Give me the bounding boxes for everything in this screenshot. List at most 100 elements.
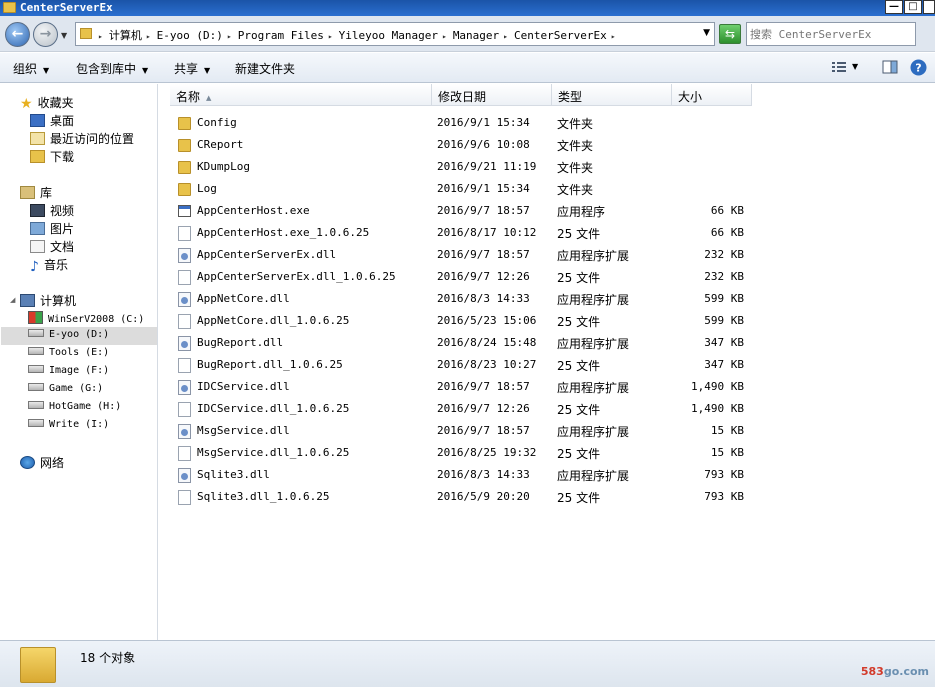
breadcrumb-separator-icon[interactable]: ▸ <box>611 32 616 41</box>
nav-drive-label: Tools (E:) <box>49 347 110 358</box>
file-row[interactable]: AppNetCore.dll 2016/8/3 14:33 应用程序扩展 599 KB <box>160 288 935 310</box>
nav-item-music[interactable]: ♪ 音乐 <box>30 256 68 275</box>
file-row[interactable]: KDumpLog 2016/9/21 11:19 文件夹 <box>160 156 935 178</box>
music-icon: ♪ <box>30 259 39 275</box>
file-type: 25 文件 <box>557 491 601 505</box>
nav-item-desktop[interactable]: 桌面 <box>30 112 74 129</box>
file-row[interactable]: MsgService.dll 2016/9/7 18:57 应用程序扩展 15 KB <box>160 420 935 442</box>
column-header-name[interactable]: 名称 ▲ <box>170 84 432 106</box>
file-row[interactable]: IDCService.dll_1.0.6.25 2016/9/7 12:26 25 … <box>160 398 935 420</box>
column-header-type[interactable]: 类型 <box>552 84 672 106</box>
breadcrumb-separator-icon[interactable]: ▸ <box>227 32 232 41</box>
breadcrumb-item[interactable]: E-yoo (D:) <box>157 29 223 42</box>
file-row[interactable]: Config 2016/9/1 15:34 文件夹 <box>160 112 935 134</box>
chevron-down-icon: ▼ <box>142 66 149 75</box>
breadcrumb-item[interactable]: 计算机 <box>109 29 142 42</box>
nav-item-label: 桌面 <box>50 114 75 128</box>
address-bar[interactable]: ▸ 计算机 ▸ E-yoo (D:) ▸ Program Files ▸ Yileyoo Ma… <box>75 22 715 46</box>
nav-item-recent[interactable]: 最近访问的位置 <box>30 130 134 147</box>
nav-libraries[interactable]: 库 <box>20 184 52 201</box>
chevron-down-icon[interactable]: ▼ <box>703 28 710 38</box>
file-row[interactable]: AppCenterServerEx.dll 2016/9/7 18:57 应用程序扩… <box>160 244 935 266</box>
close-button[interactable] <box>923 0 935 14</box>
drive-icon <box>28 401 44 409</box>
breadcrumb-item[interactable]: CenterServerEx <box>514 29 607 42</box>
file-modified: 2016/9/7 18:57 <box>437 248 530 261</box>
search-input[interactable] <box>750 24 914 44</box>
back-button[interactable]: ← <box>5 22 30 47</box>
file-size: 66 KB <box>710 226 744 239</box>
preview-pane-icon[interactable] <box>882 60 898 74</box>
nav-drive-i[interactable]: Write (I:) <box>28 419 109 430</box>
file-name: CReport <box>197 138 244 151</box>
breadcrumb-item[interactable]: Yileyoo Manager <box>339 29 438 42</box>
breadcrumb-separator-icon[interactable]: ▸ <box>98 32 103 41</box>
file-size: 15 KB <box>710 446 744 459</box>
share-label: 共享 <box>174 62 199 76</box>
chevron-down-icon[interactable]: ▼ <box>852 62 858 71</box>
share-menu[interactable]: 共享 ▼ <box>174 60 210 77</box>
nav-favorites[interactable]: ★ 收藏夹 <box>20 94 74 112</box>
forward-button[interactable]: → <box>33 22 58 47</box>
nav-item-documents[interactable]: 文档 <box>30 238 74 255</box>
file-row[interactable]: BugReport.dll 2016/8/24 15:48 应用程序扩展 347 KB <box>160 332 935 354</box>
nav-drive-d[interactable]: E-yoo (D:) <box>28 329 109 340</box>
sort-ascending-icon: ▲ <box>206 94 212 102</box>
drive-icon <box>28 383 44 391</box>
refresh-icon: ⇆ <box>724 27 736 41</box>
search-box[interactable] <box>746 22 916 46</box>
nav-drive-label: Game (G:) <box>49 383 104 394</box>
column-header-modified[interactable]: 修改日期 <box>432 84 552 106</box>
refresh-button[interactable]: ⇆ <box>719 24 741 44</box>
file-row[interactable]: AppCenterServerEx.dll_1.0.6.25 2016/9/7 1… <box>160 266 935 288</box>
nav-drive-f[interactable]: Image (F:) <box>28 365 109 376</box>
file-row[interactable]: Log 2016/9/1 15:34 文件夹 <box>160 178 935 200</box>
file-name: BugReport.dll <box>197 336 284 349</box>
video-icon <box>30 204 45 217</box>
recent-pages-dropdown[interactable]: ▼ <box>61 31 67 40</box>
file-name: AppCenterServerEx.dll_1.0.6.25 <box>197 270 396 283</box>
nav-computer[interactable]: 计算机 <box>20 292 76 309</box>
nav-drive-e[interactable]: Tools (E:) <box>28 347 109 358</box>
file-row[interactable]: AppNetCore.dll_1.0.6.25 2016/5/23 15:06 25… <box>160 310 935 332</box>
nav-item-videos[interactable]: 视频 <box>30 202 74 219</box>
nav-item-pictures[interactable]: 图片 <box>30 220 74 237</box>
breadcrumb-item[interactable]: Program Files <box>238 29 324 42</box>
nav-item-label: 音乐 <box>43 258 68 272</box>
title-bar: CenterServerEx — □ <box>0 0 935 16</box>
breadcrumb-separator-icon[interactable]: ▸ <box>442 32 447 41</box>
file-row[interactable]: MsgService.dll_1.0.6.25 2016/8/25 19:32 25… <box>160 442 935 464</box>
file-modified: 2016/5/23 15:06 <box>437 314 537 327</box>
nav-drive-c[interactable]: WinSerV2008 (C:) <box>28 311 144 325</box>
breadcrumb-item[interactable]: Manager <box>453 29 499 42</box>
nav-network[interactable]: 网络 <box>20 454 64 471</box>
view-options-icon[interactable] <box>831 60 847 74</box>
network-icon <box>20 456 35 469</box>
breadcrumb-separator-icon[interactable]: ▸ <box>328 32 333 41</box>
expand-icon[interactable]: ◢ <box>10 296 15 304</box>
nav-favorites-label: 收藏夹 <box>37 96 74 110</box>
column-header-size[interactable]: 大小 <box>672 84 752 106</box>
organize-menu[interactable]: 组织 ▼ <box>13 60 49 77</box>
file-row[interactable]: BugReport.dll_1.0.6.25 2016/8/23 10:27 25 … <box>160 354 935 376</box>
minimize-button[interactable]: — <box>885 0 903 14</box>
file-row[interactable]: CReport 2016/9/6 10:08 文件夹 <box>160 134 935 156</box>
nav-drive-g[interactable]: Game (G:) <box>28 383 103 394</box>
file-row[interactable]: AppCenterHost.exe 2016/9/7 18:57 应用程序 66 KB <box>160 200 935 222</box>
help-icon[interactable]: ? <box>910 59 927 76</box>
file-row[interactable]: Sqlite3.dll 2016/8/3 14:33 应用程序扩展 793 KB <box>160 464 935 486</box>
file-name: AppCenterHost.exe <box>197 204 310 217</box>
file-name: Config <box>197 116 237 129</box>
breadcrumb-separator-icon[interactable]: ▸ <box>146 32 151 41</box>
file-row[interactable]: AppCenterHost.exe_1.0.6.25 2016/8/17 10:1… <box>160 222 935 244</box>
maximize-button[interactable]: □ <box>904 0 922 14</box>
nav-item-downloads[interactable]: 下载 <box>30 148 74 165</box>
file-row[interactable]: Sqlite3.dll_1.0.6.25 2016/5/9 20:20 25 文件 7… <box>160 486 935 508</box>
watermark-text: go.com <box>883 665 929 678</box>
picture-icon <box>30 222 45 235</box>
breadcrumb-separator-icon[interactable]: ▸ <box>503 32 508 41</box>
include-library-menu[interactable]: 包含到库中 ▼ <box>76 60 148 77</box>
new-folder-button[interactable]: 新建文件夹 <box>235 60 295 77</box>
nav-drive-h[interactable]: HotGame (H:) <box>28 401 121 412</box>
file-row[interactable]: IDCService.dll 2016/9/7 18:57 应用程序扩展 1,490 … <box>160 376 935 398</box>
